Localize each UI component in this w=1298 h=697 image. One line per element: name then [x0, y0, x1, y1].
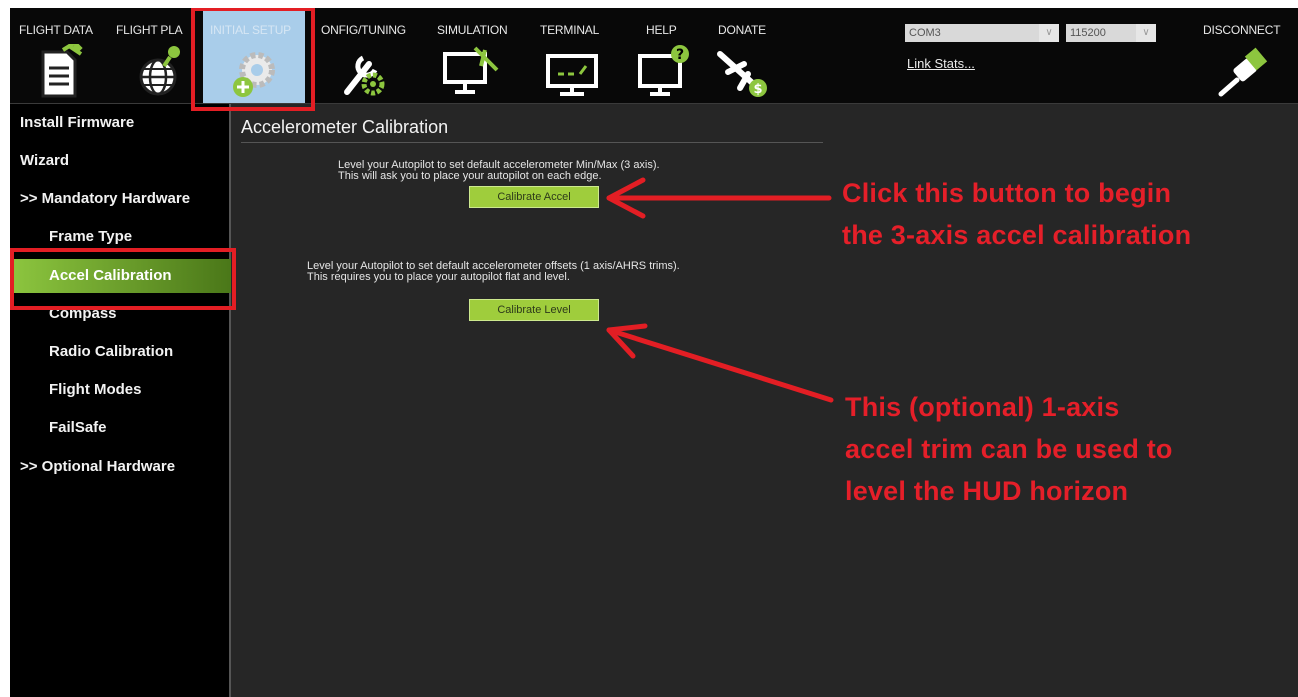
sidebar-item-wizard[interactable]: Wizard	[10, 144, 239, 178]
sidebar-item-label: Accel Calibration	[49, 267, 172, 284]
arrow-to-calibrate-accel	[606, 177, 832, 219]
globe-key-icon	[139, 46, 180, 96]
plane-dollar-icon: $	[717, 51, 767, 97]
tab-simulation[interactable]: SIMULATION	[437, 8, 527, 103]
sidebar-item-label: Install Firmware	[20, 114, 135, 131]
gear-plus-icon	[233, 52, 275, 97]
port-select[interactable]: COM3 ∨	[905, 24, 1059, 42]
baud-value: 115200	[1070, 27, 1106, 39]
chevron-down-icon: ∨	[1136, 24, 1156, 42]
chevron-down-icon: ∨	[1039, 24, 1059, 42]
sidebar-item-label: Compass	[49, 305, 117, 322]
annotation-bottom-line2: accel trim can be used to	[845, 434, 1173, 464]
disconnect-label: DISCONNECT	[1203, 23, 1281, 37]
annotation-bottom-line3: level the HUD horizon	[845, 476, 1129, 506]
accel-calibration-panel: Accelerometer Calibration Level your Aut…	[231, 104, 1298, 697]
mission-planner-window: FLIGHT DATA FLIGHT PLA INITIAL SETUP ONF…	[10, 8, 1298, 697]
top-toolbar: FLIGHT DATA FLIGHT PLA INITIAL SETUP ONF…	[10, 8, 1298, 104]
sidebar-item-label: >> Mandatory Hardware	[20, 190, 191, 207]
port-value: COM3	[909, 27, 941, 39]
tab-config-tuning[interactable]: ONFIG/TUNING	[321, 8, 421, 103]
sidebar-item-frame-type[interactable]: Frame Type	[10, 220, 268, 254]
sidebar-item-label: FailSafe	[49, 419, 107, 436]
tab-label: DONATE	[718, 23, 766, 37]
annotation-bottom-line1: This (optional) 1-axis	[845, 392, 1120, 422]
sidebar-item-compass[interactable]: Compass	[10, 297, 268, 331]
tab-label: TERMINAL	[540, 23, 600, 37]
tab-label: FLIGHT DATA	[19, 23, 93, 37]
level-description-line2: This requires you to place your autopilo…	[307, 271, 570, 283]
svg-text:?: ?	[676, 47, 684, 63]
tab-label: HELP	[646, 23, 677, 37]
wrench-gear-icon	[344, 55, 385, 96]
baud-select[interactable]: 115200 ∨	[1066, 24, 1156, 42]
tab-label: ONFIG/TUNING	[321, 23, 406, 37]
disconnect-button[interactable]: DISCONNECT	[1203, 8, 1298, 103]
document-icon	[41, 44, 83, 98]
sidebar-item-failsafe[interactable]: FailSafe	[10, 411, 268, 445]
svg-text:$: $	[753, 82, 762, 97]
tab-donate[interactable]: DONATE $	[717, 8, 788, 103]
calibrate-accel-button[interactable]: Calibrate Accel	[469, 186, 599, 208]
page-title: Accelerometer Calibration	[241, 117, 449, 137]
tab-label: SIMULATION	[437, 23, 508, 37]
sidebar-item-label: Frame Type	[49, 228, 133, 245]
arrow-to-calibrate-level	[606, 323, 834, 403]
sidebar-item-radio-calibration[interactable]: Radio Calibration	[10, 335, 268, 369]
tab-label: FLIGHT PLA	[116, 23, 183, 37]
monitor-help-icon: ?	[638, 45, 689, 96]
tab-initial-setup[interactable]: INITIAL SETUP	[203, 8, 305, 103]
sidebar-item-flight-modes[interactable]: Flight Modes	[10, 373, 268, 407]
sidebar-item-label: Radio Calibration	[49, 343, 174, 360]
sidebar-item-label: >> Optional Hardware	[20, 458, 176, 475]
sidebar-item-install-firmware[interactable]: Install Firmware	[10, 106, 239, 140]
sidebar-item-accel-calibration[interactable]: Accel Calibration	[10, 259, 268, 293]
annotation-top-line1: Click this button to begin	[842, 178, 1172, 208]
tab-flight-plan[interactable]: FLIGHT PLA	[116, 8, 196, 103]
annotation-top-line2: the 3-axis accel calibration	[842, 220, 1192, 250]
link-stats-link[interactable]: Link Stats...	[907, 56, 975, 71]
plug-icon	[1218, 47, 1268, 97]
monitor-plane-icon	[443, 46, 499, 94]
tab-flight-data[interactable]: FLIGHT DATA	[19, 8, 105, 103]
tab-terminal[interactable]: TERMINAL	[540, 8, 620, 103]
sidebar-item-optional-hardware[interactable]: >> Optional Hardware	[10, 450, 239, 484]
tab-help[interactable]: HELP ?	[638, 8, 710, 103]
title-divider	[241, 142, 823, 143]
setup-sidebar: Install Firmware Wizard >> Mandatory Har…	[10, 104, 268, 697]
sidebar-item-label: Flight Modes	[49, 381, 142, 398]
sidebar-item-mandatory-hardware[interactable]: >> Mandatory Hardware	[10, 182, 239, 216]
sidebar-item-label: Wizard	[20, 152, 70, 169]
accel-description-line2: This will ask you to place your autopilo…	[338, 170, 602, 182]
calibrate-level-button[interactable]: Calibrate Level	[469, 299, 599, 321]
tab-label: INITIAL SETUP	[210, 23, 291, 37]
terminal-monitor-icon	[546, 54, 598, 96]
